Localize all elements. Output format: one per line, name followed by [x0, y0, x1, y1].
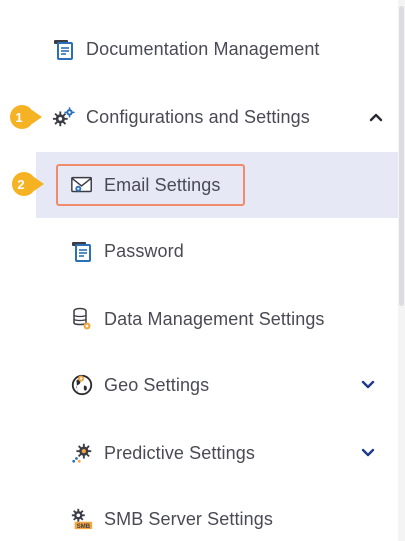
menu-item-email-settings[interactable]: Email Settings	[36, 152, 398, 218]
menu-item-label: Email Settings	[104, 174, 221, 195]
email-settings-icon	[70, 173, 94, 197]
menu-item-smb-server-settings[interactable]: SMB SMB Server Settings	[36, 486, 398, 541]
chevron-up-icon[interactable]	[368, 109, 384, 125]
menu-item-predictive-settings[interactable]: Predictive Settings	[36, 420, 398, 486]
menu-item-documentation-management[interactable]: Documentation Management	[52, 16, 405, 82]
smb-icon: SMB	[70, 507, 94, 531]
svg-text:SMB: SMB	[77, 524, 91, 530]
step-badge-1: 1	[10, 104, 42, 130]
menu-item-label: Geo Settings	[104, 374, 210, 395]
menu-item-label: Data Management Settings	[104, 308, 325, 329]
globe-icon	[70, 373, 94, 397]
menu-item-label: Predictive Settings	[104, 442, 255, 463]
scrollbar-thumb[interactable]	[399, 6, 404, 306]
menu-item-label: Documentation Management	[86, 38, 320, 59]
document-folder-icon	[52, 37, 76, 61]
document-folder-icon	[70, 239, 94, 263]
menu-item-data-management-settings[interactable]: Data Management Settings	[36, 286, 398, 352]
chevron-down-icon[interactable]	[360, 377, 376, 393]
step-number: 2	[17, 177, 25, 192]
step-badge-2: 2	[12, 171, 44, 197]
database-icon	[70, 307, 94, 331]
menu-item-password[interactable]: Password	[36, 218, 398, 284]
chevron-down-icon[interactable]	[360, 445, 376, 461]
predictive-icon	[70, 441, 94, 465]
menu-item-label: Password	[104, 240, 184, 261]
menu-item-configurations-and-settings[interactable]: Configurations and Settings	[52, 84, 398, 150]
gears-icon	[52, 105, 76, 129]
step-number: 1	[15, 110, 23, 125]
menu-item-label: SMB Server Settings	[104, 508, 273, 529]
menu-item-geo-settings[interactable]: Geo Settings	[36, 352, 398, 418]
menu-item-label: Configurations and Settings	[86, 106, 310, 127]
settings-sidebar-panel: Documentation Management Configurations …	[0, 0, 405, 541]
